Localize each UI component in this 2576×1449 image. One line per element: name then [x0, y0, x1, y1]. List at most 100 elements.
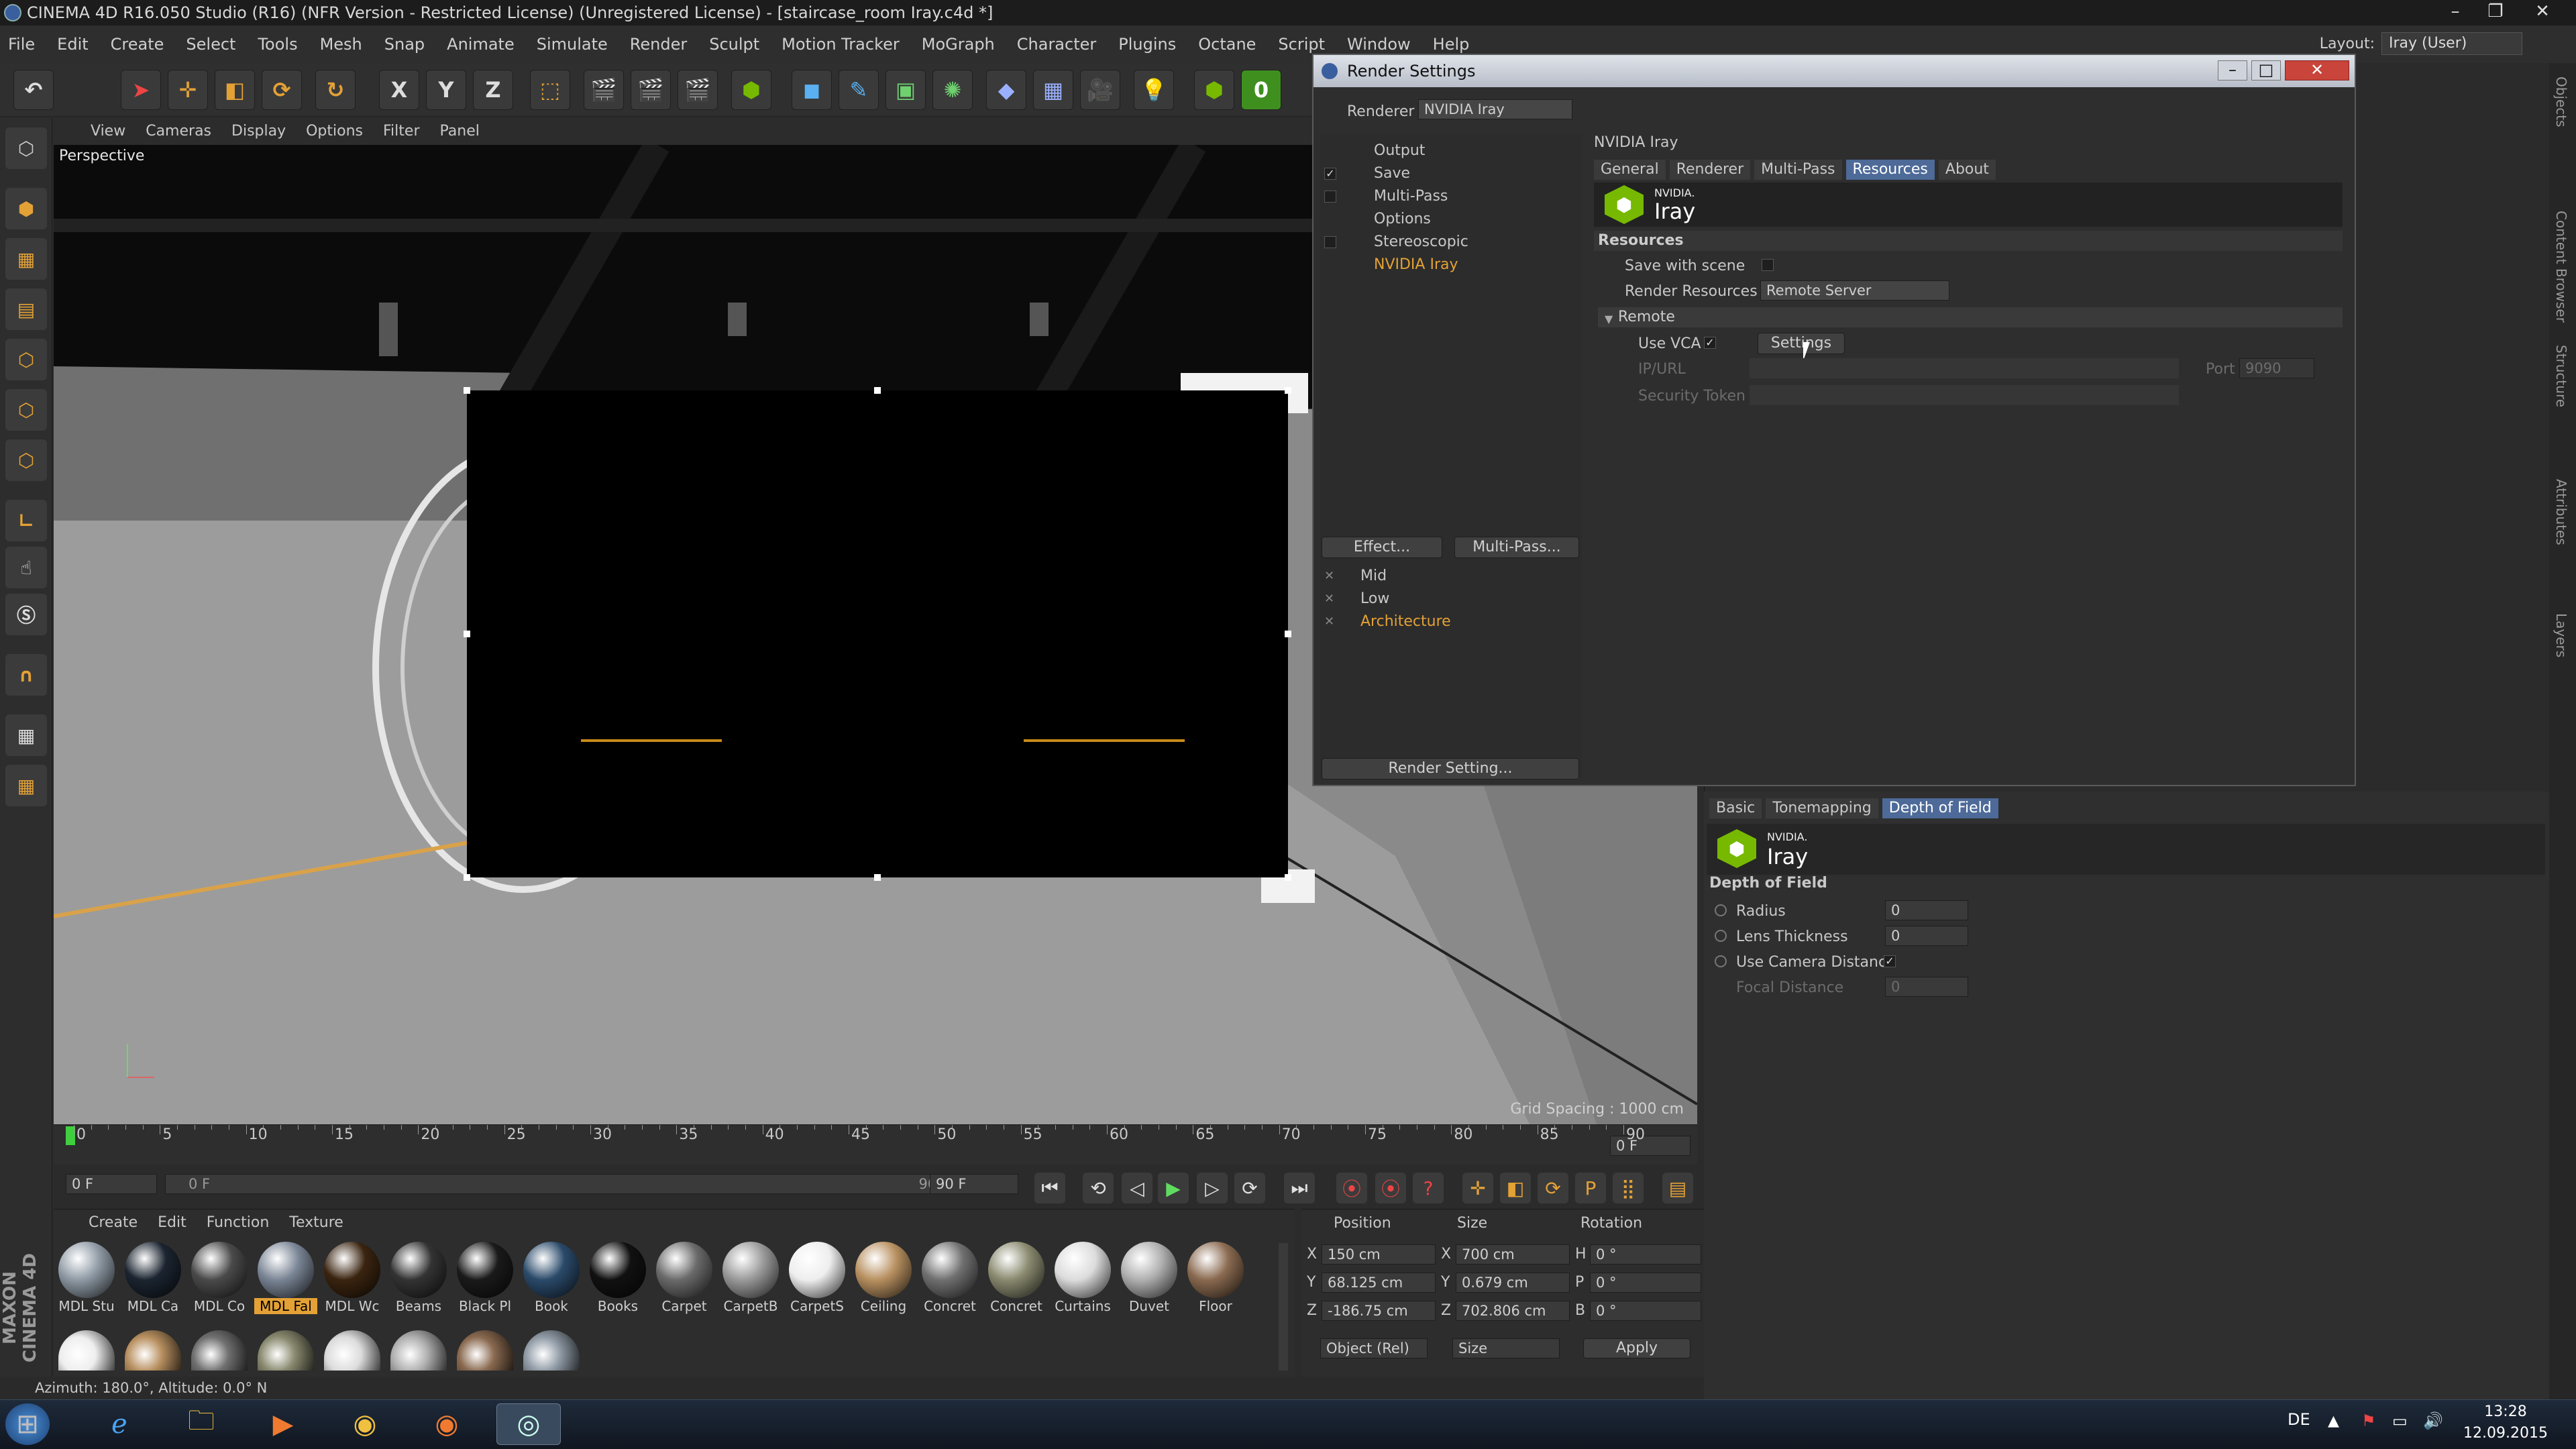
material-item[interactable]: Concret [985, 1242, 1048, 1322]
play-icon[interactable]: ▶ [1158, 1173, 1189, 1203]
recent-tool-icon[interactable]: ↻ [315, 70, 356, 110]
material-item[interactable]: MDL Stu [55, 1242, 118, 1322]
region-handle[interactable] [1285, 874, 1291, 881]
position-field[interactable]: 150 cm [1322, 1244, 1436, 1265]
material-preview-icon[interactable] [191, 1330, 248, 1371]
tree-item-save[interactable]: ✓ Save [1320, 164, 1582, 185]
side-tab-objects[interactable]: Objects [2553, 76, 2569, 127]
material-menu-function[interactable]: Function [207, 1210, 270, 1236]
tree-item-multi-pass[interactable]: Multi-Pass [1320, 186, 1582, 208]
menu-simulate[interactable]: Simulate [537, 25, 608, 63]
cinema4d-taskbar-icon[interactable]: ◎ [496, 1403, 561, 1445]
viewport-menu-filter[interactable]: Filter [383, 118, 419, 145]
make-editable-icon[interactable]: ⬡ [5, 127, 47, 169]
material-menu-texture[interactable]: Texture [289, 1210, 343, 1236]
minimize-icon[interactable]: – [2435, 0, 2475, 23]
edit-render-settings-icon[interactable]: 🎬 [678, 70, 718, 110]
network-icon[interactable]: ▭ [2392, 1411, 2408, 1430]
go-to-start-icon[interactable]: ⏮ [1034, 1173, 1065, 1203]
material-item[interactable]: MDL Co [188, 1242, 251, 1322]
clock-time[interactable]: 13:28 [2469, 1403, 2542, 1420]
live-selection-icon[interactable]: ➤ [121, 70, 161, 110]
next-key-icon[interactable]: ⟳ [1234, 1173, 1265, 1203]
cube-icon[interactable]: ◼ [792, 70, 832, 110]
show-hidden-icons-icon[interactable]: ▲ [2328, 1413, 2339, 1430]
side-tab-structure[interactable]: Structure [2553, 345, 2569, 407]
menu-sculpt[interactable]: Sculpt [709, 25, 759, 63]
material-scrollbar[interactable] [1279, 1243, 1288, 1371]
end-frame-field[interactable]: 90 F [930, 1174, 1018, 1194]
record-keys-icon[interactable]: ⦿ [1336, 1173, 1367, 1203]
material-item[interactable]: Ceiling [852, 1242, 915, 1322]
rotation-field[interactable]: 0 ° [1590, 1273, 1701, 1293]
material-item[interactable]: Concret [918, 1242, 981, 1322]
tree-item-checkbox[interactable] [1324, 191, 1336, 203]
menu-select[interactable]: Select [186, 25, 235, 63]
effect-button[interactable]: Effect... [1322, 537, 1442, 558]
next-frame-icon[interactable]: ▷ [1197, 1173, 1228, 1203]
start-frame-field[interactable]: 0 F [66, 1174, 157, 1194]
volume-icon[interactable]: 🔊 [2423, 1411, 2443, 1430]
menu-animate[interactable]: Animate [447, 25, 515, 63]
points-mode-icon[interactable]: ⬡ [5, 339, 47, 380]
tab-multi-pass[interactable]: Multi-Pass [1754, 160, 1842, 180]
coord-mode-select[interactable]: Object (Rel) [1320, 1338, 1428, 1358]
x-axis-button[interactable]: X [379, 70, 419, 110]
coordinate-system-icon[interactable]: ⬚ [530, 70, 570, 110]
octane-counter[interactable]: 0 [1241, 70, 1281, 110]
material-preview-icon[interactable] [523, 1330, 580, 1371]
radius-animate-icon[interactable] [1715, 904, 1727, 916]
region-handle[interactable] [874, 387, 881, 394]
material-item[interactable]: Floor [1184, 1242, 1247, 1322]
menu-mograph[interactable]: MoGraph [922, 25, 995, 63]
octane-icon[interactable]: ⬢ [1194, 70, 1234, 110]
deformer-icon[interactable]: ◆ [986, 70, 1026, 110]
rotation-field[interactable]: 0 ° [1590, 1301, 1701, 1321]
snap-icon[interactable]: Ⓢ [5, 594, 47, 635]
move-icon[interactable]: ✛ [168, 70, 208, 110]
menu-render[interactable]: Render [630, 25, 687, 63]
tree-item-stereoscopic[interactable]: Stereoscopic [1320, 232, 1582, 254]
ip-url-field[interactable] [1750, 358, 2179, 378]
texture-mode-icon[interactable]: ▦ [5, 238, 47, 280]
preset-architecture[interactable]: ✕ Architecture [1320, 612, 1582, 633]
dialog-titlebar[interactable]: Render Settings – □ ✕ [1313, 55, 2355, 87]
light-icon[interactable]: 💡 [1134, 70, 1174, 110]
key-rotation-icon[interactable]: ⟳ [1538, 1173, 1568, 1203]
menu-octane[interactable]: Octane [1198, 25, 1256, 63]
menu-snap[interactable]: Snap [384, 25, 425, 63]
security-token-field[interactable] [1750, 385, 2179, 405]
current-frame-field[interactable]: 0 F [1610, 1136, 1690, 1156]
internet-explorer-icon[interactable]: ℯ [87, 1403, 152, 1445]
use-camera-distance-checkbox[interactable]: ✓ [1884, 955, 1896, 967]
undo-icon[interactable]: ↶ [13, 70, 54, 110]
save-with-scene-checkbox[interactable] [1762, 259, 1774, 271]
menu-plugins[interactable]: Plugins [1118, 25, 1176, 63]
axis-mode-icon[interactable]: ∟ [5, 500, 47, 541]
firefox-icon[interactable]: ◉ [415, 1403, 479, 1445]
region-handle[interactable] [1285, 631, 1291, 637]
material-item[interactable]: CarpetB [719, 1242, 782, 1322]
keyframe-selection-icon[interactable]: ? [1413, 1173, 1444, 1203]
key-scale-icon[interactable]: ◧ [1500, 1173, 1531, 1203]
magnet-icon[interactable]: ∩ [5, 654, 47, 696]
multipass-button[interactable]: Multi-Pass... [1454, 537, 1579, 558]
size-field[interactable]: 702.806 cm [1456, 1301, 1570, 1321]
viewport-menu-panel[interactable]: Panel [439, 118, 479, 145]
media-player-icon[interactable]: ▶ [251, 1403, 315, 1445]
render-region[interactable] [467, 390, 1288, 877]
vca-settings-button[interactable]: Settings [1758, 333, 1845, 354]
subdivision-icon[interactable]: ▣ [885, 70, 926, 110]
array-icon[interactable]: ✺ [932, 70, 973, 110]
viewport-menu-cameras[interactable]: Cameras [146, 118, 211, 145]
material-preview-icon[interactable] [58, 1330, 115, 1371]
timeline-ruler[interactable]: 0 F 0 5 10 15 20 25 30 35 40 45 50 55 60 65 70 75 80 85 90 [54, 1124, 1697, 1165]
side-tab-attributes[interactable]: Attributes [2553, 479, 2569, 545]
port-field[interactable]: 9090 [2239, 358, 2314, 378]
rotate-icon[interactable]: ⟳ [262, 70, 302, 110]
material-item[interactable]: MDL Fal [254, 1242, 317, 1322]
key-position-icon[interactable]: ✛ [1462, 1173, 1493, 1203]
material-item[interactable]: CarpetS [786, 1242, 849, 1322]
render-setting-button[interactable]: Render Setting... [1322, 758, 1579, 780]
position-field[interactable]: 68.125 cm [1322, 1273, 1436, 1293]
